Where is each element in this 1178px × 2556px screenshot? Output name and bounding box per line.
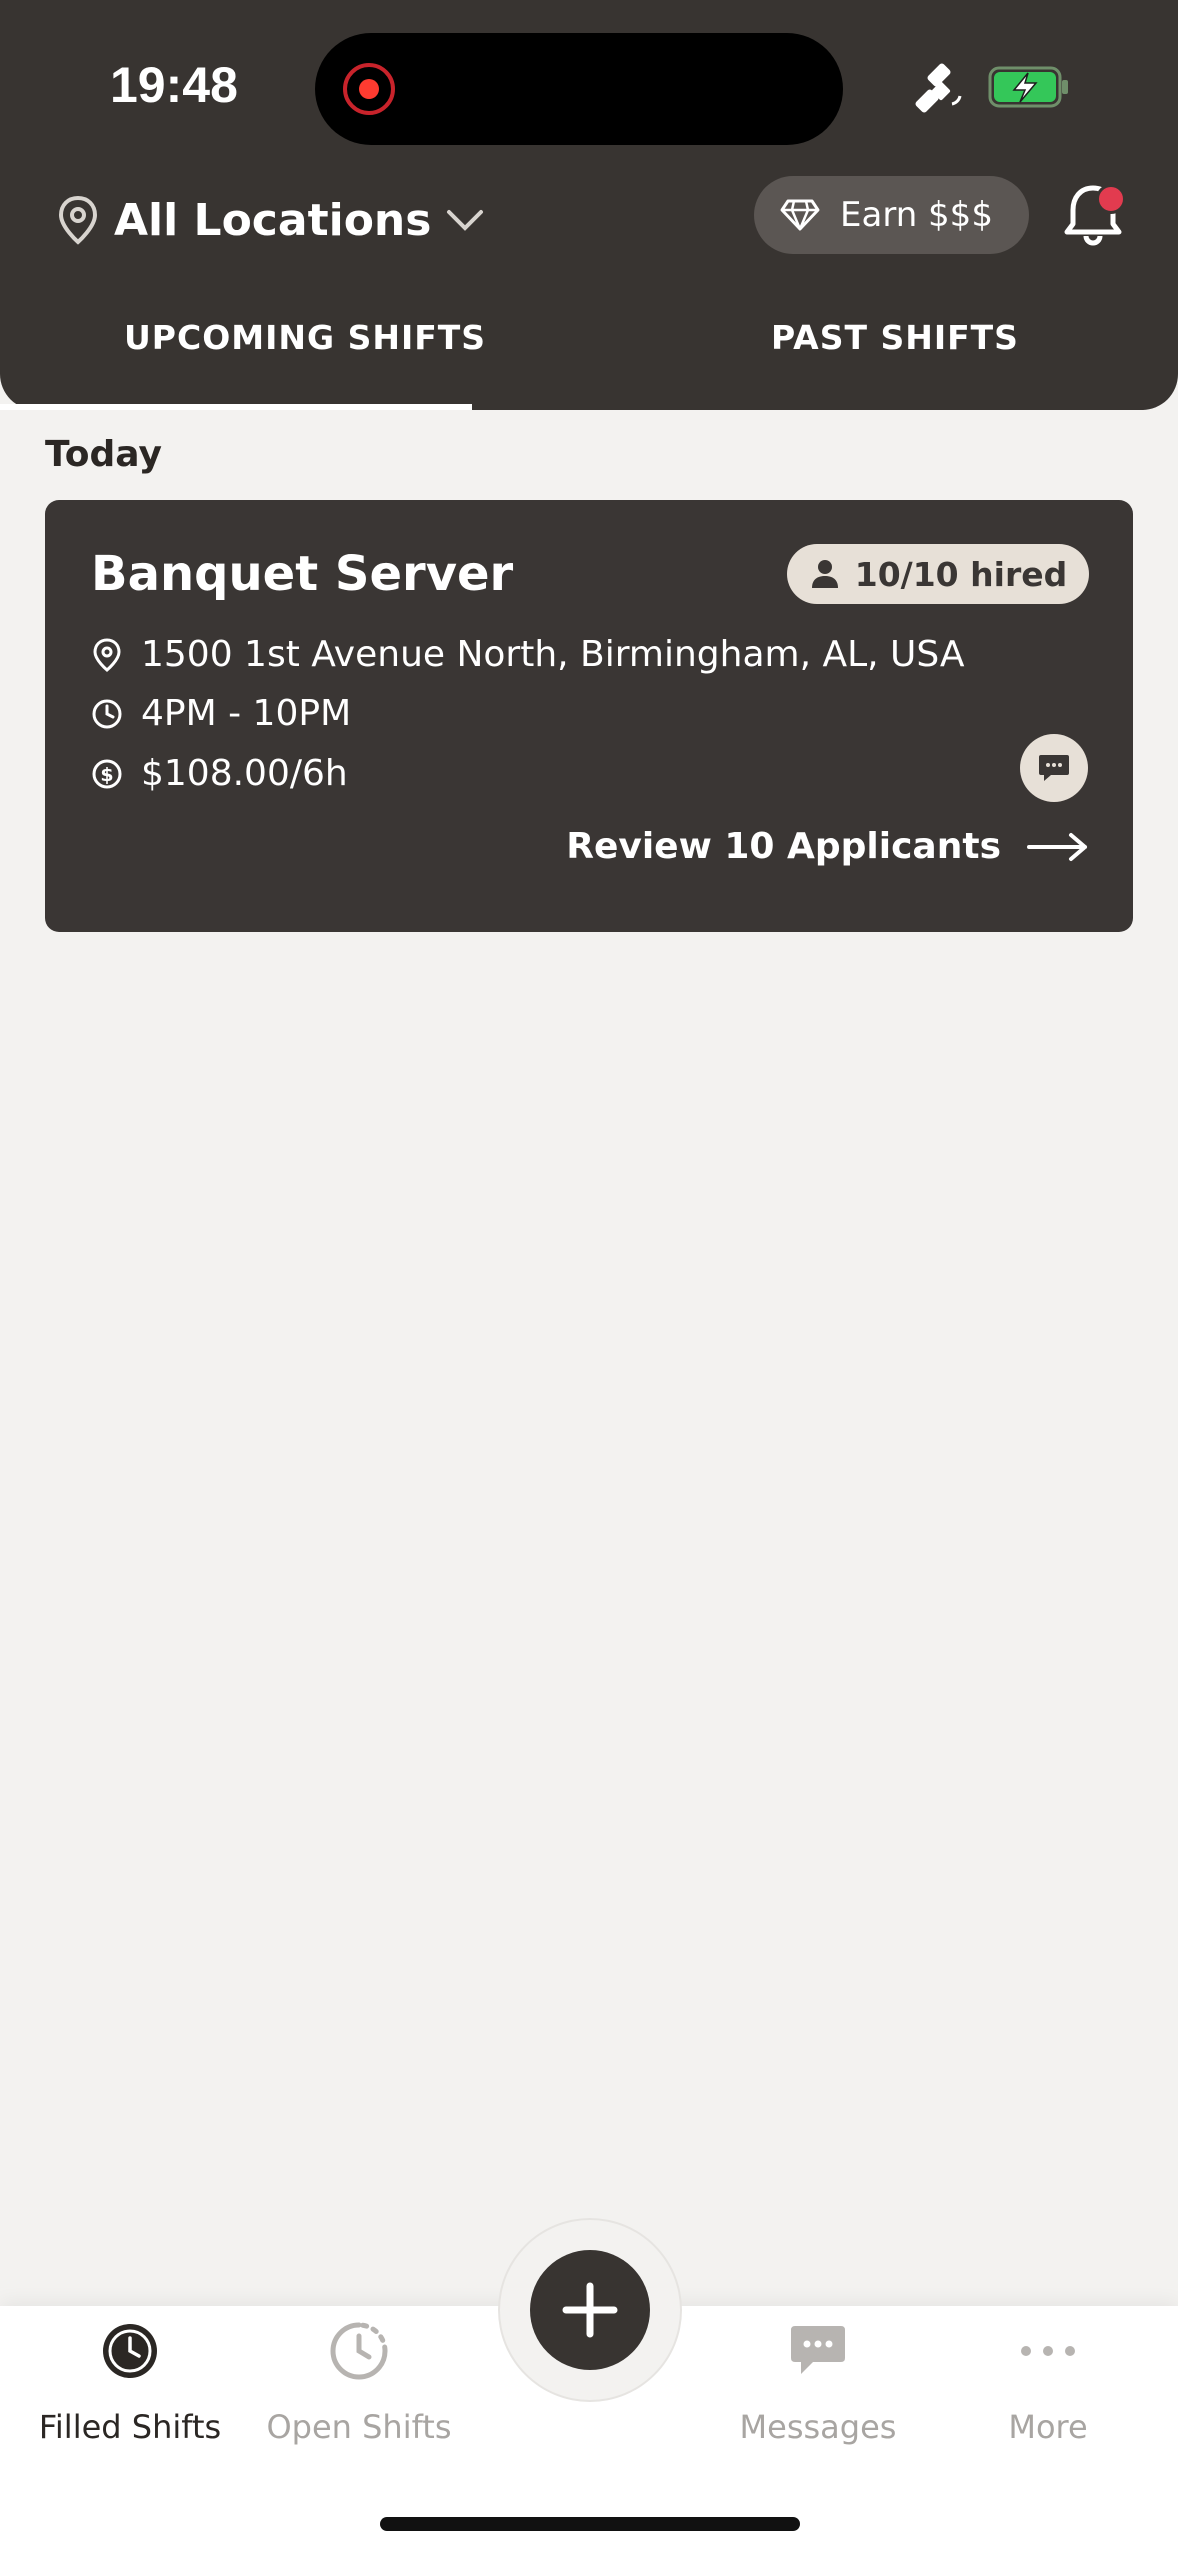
location-pin-icon: [58, 195, 98, 245]
battery-charging-icon: [988, 66, 1068, 108]
add-shift-button[interactable]: [530, 2250, 650, 2370]
satellite-icon: [915, 63, 962, 113]
dollar-circle-icon: $: [92, 759, 122, 788]
nav-filled-shifts-label: Filled Shifts: [38, 2408, 222, 2446]
shift-title: Banquet Server: [91, 546, 514, 602]
status-time: 19:48: [110, 57, 238, 113]
screen-recording-icon: [343, 63, 395, 115]
nav-filled-shifts[interactable]: Filled Shifts: [15, 2320, 245, 2446]
clock-filled-icon: [103, 2324, 157, 2378]
earn-button[interactable]: Earn $$$: [754, 176, 1029, 254]
chat-icon: [791, 2326, 845, 2374]
chevron-down-icon: [447, 210, 484, 231]
location-pin-icon: [93, 637, 121, 672]
nav-open-shifts[interactable]: Open Shifts: [244, 2320, 474, 2446]
arrow-right-icon: [1027, 832, 1087, 861]
section-label-today: Today: [45, 434, 162, 475]
active-tab-indicator: [0, 404, 472, 410]
earn-label: Earn $$$: [840, 195, 993, 235]
tab-past-shifts[interactable]: PAST SHIFTS: [771, 318, 1019, 357]
review-applicants-link[interactable]: Review 10 Applicants: [566, 826, 1089, 867]
location-selector[interactable]: All Locations: [56, 190, 485, 250]
chat-icon: [1039, 755, 1069, 781]
home-indicator: [380, 2517, 800, 2531]
plus-icon: [562, 2282, 618, 2338]
person-icon: [811, 560, 838, 588]
shift-address-row: 1500 1st Avenue North, Birmingham, AL, U…: [91, 634, 965, 675]
shift-chat-button[interactable]: [1020, 734, 1088, 802]
notification-badge: [1096, 184, 1126, 214]
diamond-icon: [780, 199, 820, 231]
dynamic-island: [315, 33, 843, 145]
nav-more[interactable]: More: [933, 2320, 1163, 2446]
nav-messages[interactable]: Messages: [703, 2320, 933, 2446]
more-dots-icon: [1021, 2346, 1075, 2356]
shift-time: 4PM - 10PM: [141, 693, 352, 734]
shift-pay: $108.00/6h: [141, 753, 348, 794]
location-label: All Locations: [114, 194, 432, 246]
shift-time-row: 4PM - 10PM: [91, 693, 351, 734]
hired-badge: 10/10 hired: [787, 544, 1089, 604]
tab-upcoming-shifts[interactable]: UPCOMING SHIFTS: [124, 318, 486, 357]
shift-address: 1500 1st Avenue North, Birmingham, AL, U…: [141, 634, 965, 675]
svg-text:$: $: [100, 764, 113, 786]
clock-dashed-icon: [330, 2322, 388, 2380]
review-applicants-label: Review 10 Applicants: [566, 826, 1001, 867]
shift-pay-row: $ $108.00/6h: [91, 753, 348, 794]
shift-card[interactable]: Banquet Server 10/10 hired 1500 1st Aven…: [45, 500, 1133, 932]
hired-count: 10/10 hired: [854, 554, 1068, 594]
nav-more-label: More: [1008, 2408, 1088, 2446]
app-header: 19:48 All Locations Earn $$$ UPCOMING SH…: [0, 0, 1178, 410]
nav-messages-label: Messages: [739, 2408, 897, 2446]
nav-open-shifts-label: Open Shifts: [266, 2408, 452, 2446]
clock-icon: [92, 699, 122, 728]
